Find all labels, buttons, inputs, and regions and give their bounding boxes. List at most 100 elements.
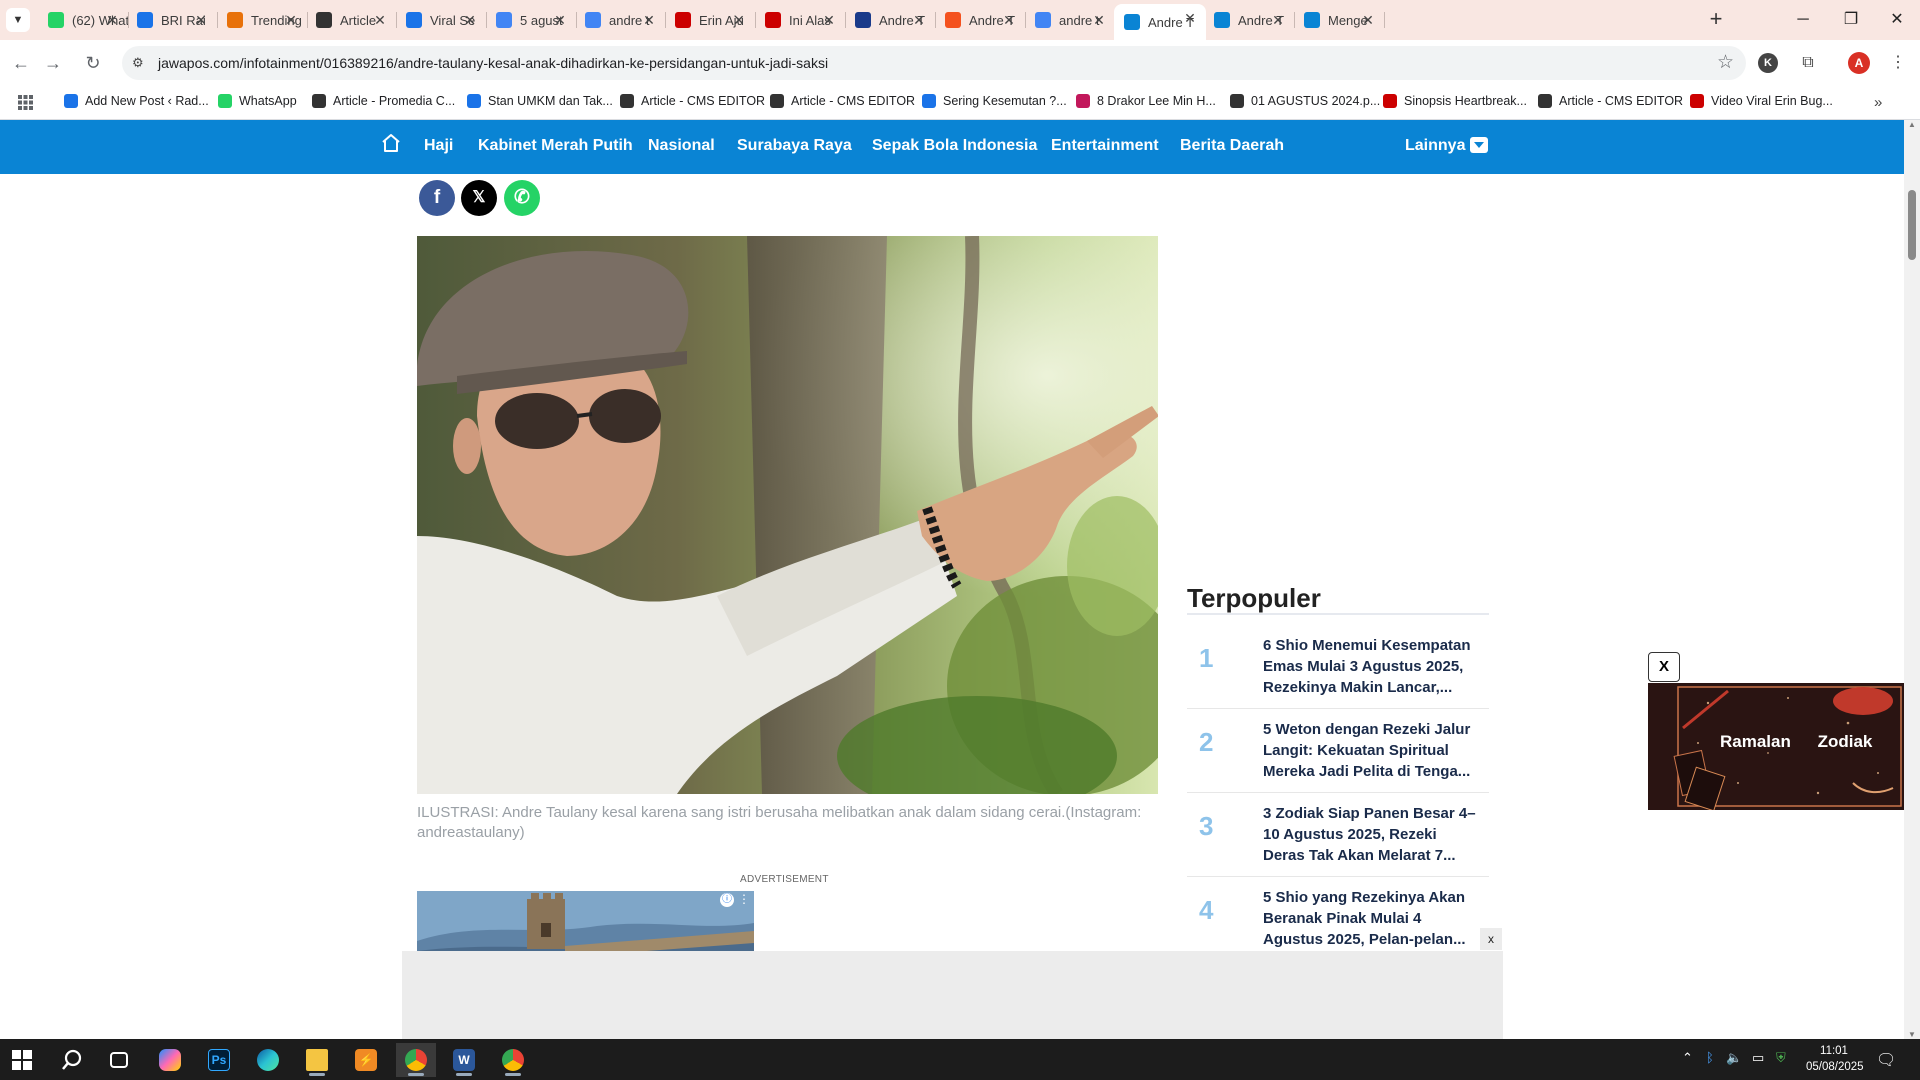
browser-tab[interactable]: Andre T ✕ — [1114, 4, 1206, 40]
tab-search-button[interactable]: ▼ — [6, 8, 30, 32]
address-bar[interactable]: ⚙ jawapos.com/infotainment/016389216/and… — [122, 46, 1746, 80]
nav-entertainment[interactable]: Entertainment — [1051, 137, 1159, 155]
tab-close-icon[interactable]: ✕ — [372, 12, 388, 28]
extension-avatar[interactable]: K — [1758, 53, 1778, 73]
tab-close-icon[interactable]: ✕ — [1182, 10, 1198, 26]
bookmark-item[interactable]: Stan UMKM dan Tak... — [467, 94, 613, 108]
facebook-share-button[interactable]: f — [419, 180, 455, 216]
browser-tab[interactable]: andre t ✕ — [575, 6, 666, 34]
copilot-button[interactable] — [150, 1043, 190, 1077]
popular-title[interactable]: 5 Shio yang Rezekinya Akan Beranak Pinak… — [1263, 887, 1479, 950]
edge-button[interactable] — [248, 1043, 288, 1077]
reload-button[interactable]: ↻ — [80, 50, 106, 76]
browser-tab[interactable]: (62) WhatsApp✕ — [38, 6, 129, 34]
bookmark-item[interactable]: 01 AGUSTUS 2024.p... — [1230, 94, 1380, 108]
bottom-sticky-ad[interactable] — [402, 951, 1503, 1039]
tab-close-icon[interactable]: ✕ — [104, 12, 120, 28]
tab-close-icon[interactable]: ✕ — [731, 12, 747, 28]
tab-close-icon[interactable]: ✕ — [283, 12, 299, 28]
browser-tab[interactable]: BRI Rai ✕ — [127, 6, 218, 34]
browser-tab[interactable]: Menge ✕ — [1294, 6, 1385, 34]
show-hidden-icons-chevron-icon[interactable]: ⌃ — [1682, 1050, 1693, 1066]
menu-kebab-icon[interactable]: ⋮ — [1886, 51, 1910, 75]
popular-title[interactable]: 5 Weton dengan Rezeki Jalur Langit: Keku… — [1263, 719, 1479, 782]
popular-item[interactable]: 3 3 Zodiak Siap Panen Besar 4–10 Agustus… — [1187, 793, 1489, 877]
browser-tab[interactable]: andre t ✕ — [1025, 6, 1116, 34]
search-button[interactable] — [52, 1043, 92, 1077]
volume-icon[interactable]: 🔈 — [1726, 1050, 1742, 1066]
bookmark-item[interactable]: WhatsApp — [218, 94, 297, 108]
floating-ad-zodiac[interactable]: Ramalan Zodiak — [1648, 683, 1904, 810]
chrome-button[interactable] — [493, 1043, 533, 1077]
tab-close-icon[interactable]: ✕ — [1360, 12, 1376, 28]
security-shield-icon[interactable]: ⛨ — [1776, 1050, 1786, 1066]
tab-close-icon[interactable]: ✕ — [462, 12, 478, 28]
x-share-button[interactable]: 𝕏 — [461, 180, 497, 216]
scroll-down-arrow-icon[interactable]: ▼ — [1907, 1030, 1917, 1039]
nav-lainnya[interactable]: Lainnya — [1405, 137, 1465, 155]
forward-button[interactable]: → — [40, 50, 66, 76]
popular-title[interactable]: 3 Zodiak Siap Panen Besar 4–10 Agustus 2… — [1263, 803, 1479, 866]
browser-tab[interactable]: Andre T ✕ — [1204, 6, 1295, 34]
browser-tab[interactable]: Article ✕ — [306, 6, 397, 34]
adchoices-info-icon[interactable]: ⓘ — [720, 893, 734, 907]
task-view-button[interactable] — [99, 1043, 139, 1077]
bookmark-item[interactable]: Article - CMS EDITOR — [620, 94, 765, 108]
bookmark-item[interactable]: Video Viral Erin Bug... — [1690, 94, 1833, 108]
tab-close-icon[interactable]: ✕ — [1091, 12, 1107, 28]
more-bookmarks-chevron-icon[interactable]: » — [1874, 94, 1882, 111]
word-button[interactable]: W — [444, 1043, 484, 1077]
browser-tab[interactable]: Viral Se ✕ — [396, 6, 487, 34]
network-icon[interactable]: ▭ — [1752, 1050, 1764, 1066]
start-button[interactable] — [2, 1043, 42, 1077]
bookmark-item[interactable]: Article - CMS EDITOR — [770, 94, 915, 108]
notifications-icon[interactable]: 🗨 — [1876, 1050, 1896, 1070]
bookmark-item[interactable]: Article - CMS EDITOR — [1538, 94, 1683, 108]
browser-tab[interactable]: Andre T ✕ — [935, 6, 1026, 34]
photoshop-button[interactable]: Ps — [199, 1043, 239, 1077]
browser-tab[interactable]: Erin Aju ✕ — [665, 6, 756, 34]
nav-sepak-bola-indonesia[interactable]: Sepak Bola Indonesia — [872, 137, 1037, 155]
tab-close-icon[interactable]: ✕ — [911, 12, 927, 28]
new-tab-button[interactable]: + — [1704, 8, 1728, 32]
tab-close-icon[interactable]: ✕ — [193, 12, 209, 28]
tab-close-icon[interactable]: ✕ — [1001, 12, 1017, 28]
page-scrollbar[interactable]: ▲ ▼ — [1904, 120, 1920, 1039]
nav-nasional[interactable]: Nasional — [648, 137, 715, 155]
tab-close-icon[interactable]: ✕ — [552, 12, 568, 28]
extensions-puzzle-icon[interactable]: ⧉ — [1796, 51, 1820, 75]
browser-tab[interactable]: Trending ✕ — [217, 6, 308, 34]
bookmark-item[interactable]: Sering Kesemutan ?... — [922, 94, 1067, 108]
browser-tab[interactable]: Andre T ✕ — [845, 6, 936, 34]
popular-item[interactable]: 2 5 Weton dengan Rezeki Jalur Langit: Ke… — [1187, 709, 1489, 793]
nav-haji[interactable]: Haji — [424, 137, 453, 155]
browser-tab[interactable]: 5 agust ✕ — [486, 6, 577, 34]
whatsapp-share-button[interactable]: ✆ — [504, 180, 540, 216]
tab-close-icon[interactable]: ✕ — [821, 12, 837, 28]
popular-item[interactable]: 1 6 Shio Menemui Kesempatan Emas Mulai 3… — [1187, 625, 1489, 709]
tab-close-icon[interactable]: ✕ — [641, 12, 657, 28]
profile-avatar[interactable]: A — [1848, 52, 1870, 74]
bookmark-item[interactable]: Sinopsis Heartbreak... — [1383, 94, 1527, 108]
home-icon[interactable] — [381, 133, 401, 153]
chrome-profile-button[interactable] — [396, 1043, 436, 1077]
popular-title[interactable]: 6 Shio Menemui Kesempatan Emas Mulai 3 A… — [1263, 635, 1479, 698]
bookmark-item[interactable]: 8 Drakor Lee Min H... — [1076, 94, 1216, 108]
scroll-up-arrow-icon[interactable]: ▲ — [1907, 120, 1917, 129]
ad-menu-kebab-icon[interactable]: ⋮ — [738, 892, 750, 906]
nav-berita-daerah[interactable]: Berita Daerah — [1180, 137, 1284, 155]
popular-item[interactable]: 4 5 Shio yang Rezekinya Akan Beranak Pin… — [1187, 877, 1489, 961]
browser-tab[interactable]: Ini Alas ✕ — [755, 6, 846, 34]
bluetooth-icon[interactable]: ᛒ — [1706, 1050, 1714, 1065]
bookmark-item[interactable]: Article - Promedia C... — [312, 94, 455, 108]
app-button[interactable]: ⚡ — [346, 1043, 386, 1077]
caret-down-icon[interactable] — [1470, 137, 1488, 153]
url-text[interactable]: jawapos.com/infotainment/016389216/andre… — [158, 55, 828, 71]
nav-kabinet-merah-putih[interactable]: Kabinet Merah Putih — [478, 137, 633, 155]
file-explorer-button[interactable] — [297, 1043, 337, 1077]
scroll-thumb[interactable] — [1908, 190, 1916, 260]
site-info-icon[interactable]: ⚙ — [132, 55, 148, 71]
restore-button[interactable]: ❐ — [1828, 6, 1874, 34]
tab-close-icon[interactable]: ✕ — [1270, 12, 1286, 28]
floating-ad-close-button[interactable]: X — [1648, 652, 1680, 682]
